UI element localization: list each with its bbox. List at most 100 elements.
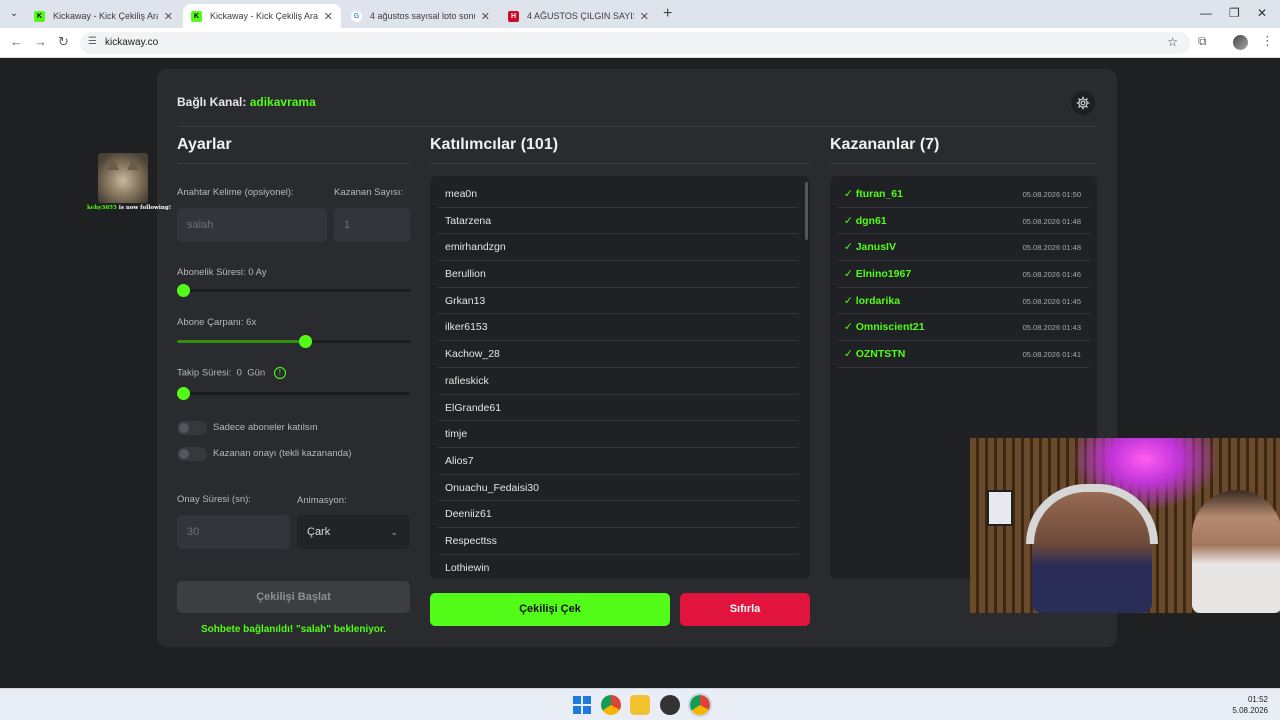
tab-title: Kickaway - Kick Çekiliş Aracı [210, 11, 318, 21]
follow-message: is now following! [116, 205, 172, 211]
participant-row: ilker6153 [438, 314, 798, 342]
obs-icon[interactable] [660, 695, 680, 715]
subs-only-toggle[interactable] [177, 421, 207, 435]
windows-start-icon[interactable] [572, 695, 592, 715]
tab-title: 4 AĞUSTOS ÇILGIN SAYISAL LO [527, 11, 634, 21]
confirm-time-input[interactable]: 30 [177, 515, 290, 549]
browser-tab-4[interactable]: H 4 AĞUSTOS ÇILGIN SAYISAL LO ✕ [500, 4, 657, 28]
google-icon: G [351, 10, 362, 22]
reload-icon[interactable]: ↻ [58, 34, 69, 50]
browser-tab-1[interactable]: K Kickaway - Kick Çekiliş Aracı ✕ [26, 4, 181, 28]
winner-count-input[interactable]: 1 [334, 208, 410, 242]
participant-row: Respecttss [438, 528, 798, 555]
winner-timestamp: 05.08.2026 01:43 [1022, 323, 1081, 333]
extensions-icon[interactable]: ⧉ [1198, 34, 1207, 49]
scrollbar[interactable] [805, 182, 808, 240]
webcam-overlay [970, 438, 1280, 613]
minimize-icon[interactable]: — [1200, 6, 1212, 20]
start-giveaway-button[interactable]: Çekilişi Başlat [177, 581, 410, 613]
winner-timestamp: 05.08.2026 01:41 [1022, 350, 1081, 360]
participant-row: Lothiewin [438, 555, 798, 579]
close-window-icon[interactable]: ✕ [1257, 6, 1267, 20]
tab-search-chevron-icon[interactable]: ⌄ [4, 4, 24, 24]
browser-tab-3[interactable]: G 4 ağustos sayısal loto sonuçları ✕ [343, 4, 498, 28]
kick-logo-icon: K [34, 10, 45, 22]
back-arrow-icon[interactable]: ← [10, 34, 23, 49]
animation-select[interactable]: Çark ⌄ [297, 515, 410, 549]
browser-tab-2[interactable]: K Kickaway - Kick Çekiliş Aracı ✕ [183, 4, 341, 28]
slider-thumb[interactable] [177, 387, 190, 400]
chrome-icon[interactable] [601, 695, 621, 715]
participants-rows: mea0n Tatarzena emirhandzgn Berullion Grkan1… [430, 176, 810, 579]
reset-button[interactable]: Sıfırla [680, 593, 810, 626]
keyword-input[interactable]: salah [177, 208, 327, 242]
winner-name: ✓ Elnino1967 [844, 268, 912, 281]
winner-timestamp: 05.08.2026 01:50 [1022, 190, 1081, 199]
divider [430, 163, 810, 164]
winner-row: ✓ OZNTSTN 05.08.2026 01:41 [838, 341, 1089, 368]
guest [1192, 490, 1280, 613]
follow-alert-overlay: kehy3655 is now following! [87, 153, 171, 211]
divider [177, 163, 410, 164]
winner-name: ✓ JanusIV [844, 241, 896, 254]
more-menu-icon[interactable]: ⋮ [1261, 33, 1274, 49]
winner-timestamp: 05.08.2026 01:48 [1022, 216, 1081, 226]
kick-logo-icon: K [191, 10, 202, 22]
site-info-icon[interactable]: ☰ [88, 36, 97, 47]
sub-multiplier-slider[interactable] [177, 335, 410, 348]
channel-name: adikavrama [249, 95, 316, 109]
participant-row: Alios7 [438, 448, 798, 475]
slider-thumb[interactable] [299, 335, 313, 348]
profile-avatar[interactable] [1233, 35, 1248, 50]
toggle-knob [179, 449, 189, 459]
follow-duration-slider[interactable] [177, 387, 410, 400]
url-text: kickaway.co [105, 37, 159, 48]
participant-row: Deeniiz61 [438, 501, 798, 528]
clock-time: 01:52 [1247, 695, 1268, 704]
winners-title: Kazananlar (7) [830, 136, 940, 153]
animation-label: Animasyon: [297, 495, 347, 506]
winner-name: ✓ lordarika [844, 294, 901, 307]
animation-selected-value: Çark [307, 526, 331, 538]
close-tab-icon[interactable]: ✕ [164, 10, 173, 23]
taskbar: 01:52 5.08.2026 [0, 688, 1280, 720]
winner-timestamp: 05.08.2026 01:45 [1022, 296, 1081, 306]
forward-arrow-icon[interactable]: → [34, 34, 47, 49]
url-field[interactable]: ☰ kickaway.co ☆ [80, 32, 1190, 54]
subs-only-label: Sadece aboneler katılsın [213, 422, 318, 433]
slider-fill [177, 340, 306, 343]
restore-icon[interactable]: ❐ [1229, 6, 1240, 20]
slider-thumb[interactable] [177, 284, 190, 297]
winner-name: ✓ fturan_61 [844, 188, 903, 200]
winner-row: ✓ JanusIV 05.08.2026 01:48 [838, 234, 1089, 262]
tab-title: Kickaway - Kick Çekiliş Aracı [53, 11, 158, 21]
close-tab-icon[interactable]: ✕ [640, 10, 649, 23]
address-bar: ← → ↻ ☰ kickaway.co ☆ [0, 28, 1280, 58]
participant-row: ElGrande61 [438, 395, 798, 422]
follow-label-text: Takip Süresi: [177, 367, 232, 379]
participant-row: emirhandzgn [438, 234, 798, 262]
toggle-knob [179, 423, 189, 433]
participants-list[interactable]: mea0n Tatarzena emirhandzgn Berullion Grkan1… [430, 176, 810, 579]
settings-title: Ayarlar [177, 136, 232, 153]
follow-duration-label: Takip Süresi: 0 Gün ! [177, 367, 286, 379]
follow-unit: Gün [247, 367, 266, 379]
file-explorer-icon[interactable] [630, 695, 650, 715]
divider [830, 163, 1097, 164]
info-icon[interactable]: ! [273, 367, 286, 379]
tab-title: 4 ağustos sayısal loto sonuçları [370, 11, 475, 21]
winner-confirm-toggle[interactable] [177, 447, 207, 461]
sub-duration-slider[interactable] [177, 284, 410, 297]
bookmark-star-icon[interactable]: ☆ [1167, 35, 1178, 49]
draw-winner-button[interactable]: Çekilişi Çek [430, 593, 670, 626]
new-tab-icon[interactable]: + [663, 5, 672, 23]
close-tab-icon[interactable]: ✕ [481, 10, 490, 23]
settings-button[interactable] [1071, 91, 1095, 115]
close-tab-icon[interactable]: ✕ [324, 10, 333, 23]
sub-multiplier-label: Abone Çarpanı: 6x [177, 317, 257, 328]
connected-channel: Bağlı Kanal: adikavrama [177, 95, 316, 109]
cat-image [98, 153, 148, 203]
winner-name: ✓ Omniscient21 [844, 321, 925, 334]
chrome-profile-icon[interactable] [688, 693, 712, 717]
winner-name: ✓ dgn61 [844, 214, 887, 227]
